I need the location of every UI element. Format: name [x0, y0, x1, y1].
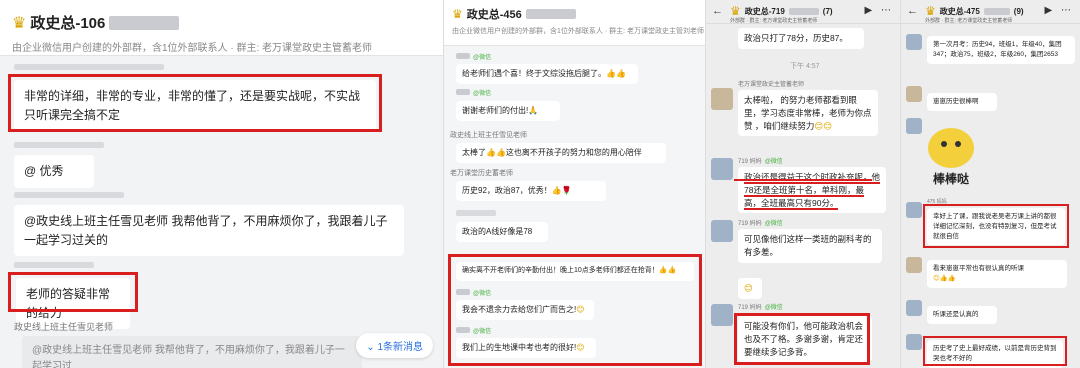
header-actions[interactable]: ▶ ⋯	[1045, 5, 1074, 16]
message-bubble[interactable]: 政治的A线好像是78	[456, 222, 548, 243]
smiley-face-icon	[928, 128, 974, 168]
message-bubble[interactable]: 听课还是认真的	[927, 306, 997, 324]
sender-name: 老万课堂历史蓄老师	[450, 170, 513, 177]
message-bubble[interactable]: 看来崽崽平常也有很认真的听课 😊👍👍	[927, 260, 1067, 288]
message-bubble[interactable]: 给老师们遇个喜！终于文综没拖后腿了。👍👍	[456, 64, 638, 85]
redacted-line	[14, 192, 124, 198]
chat-panel-3: ← ♛ 政史总-719 (7) ▶ ⋯ 外部群 · 群主: 老万课堂政史主管蓄老…	[705, 0, 900, 368]
redacted-block	[525, 9, 576, 19]
video-icon: ▶	[864, 5, 876, 16]
sticker-image[interactable]: 棒棒哒	[921, 128, 981, 190]
header-actions[interactable]: ▶ ⋯	[865, 5, 894, 16]
chat-header: ♛ 政史总-456 由企业微信用户创建的外部群，含1位外部联系人 · 群主: 老…	[444, 0, 705, 46]
avatar[interactable]	[711, 220, 733, 242]
redacted-line	[14, 142, 104, 148]
highlight-box	[448, 254, 702, 366]
highlight-underline	[734, 163, 872, 181]
message-bubble[interactable]: 第一次月考：历史94，班级1，年级40，集团347；政治75，班级2，年级260…	[927, 36, 1075, 64]
chat-title: 政史总-719	[744, 6, 785, 16]
avatar[interactable]	[906, 202, 922, 218]
message-bubble[interactable]: 谢谢老师们的付出!🙏	[456, 101, 560, 122]
more-icon: ⋯	[1061, 5, 1074, 16]
redacted-line	[14, 64, 164, 70]
message-bubble[interactable]: 可见像他们这样一类班的副科考的有多差。	[738, 229, 882, 263]
message-bubble[interactable]: 😊	[738, 278, 762, 299]
message-bubble[interactable]: 太棒啦， 的努力老师都看到眼里，学习态度非常棒，老师为你点赞 ，咱们继续努力😊😊	[738, 90, 878, 137]
chat-subtitle: 由企业微信用户创建的外部群，含1位外部联系人 · 群主: 老万课堂政史主管蓄老师	[12, 43, 373, 54]
highlight-box	[734, 313, 870, 365]
avatar[interactable]	[711, 158, 733, 180]
member-count: (7)	[822, 6, 833, 16]
avatar[interactable]	[711, 304, 733, 326]
sender-name: 政史线上班主任雪见老师	[14, 322, 114, 332]
sender-name: 719 妈妈 @微信	[738, 221, 783, 227]
new-message-button[interactable]: ⌄ 1条新消息	[356, 333, 433, 358]
redacted-block	[983, 7, 1010, 15]
chat-panel-4: ← ♛ 政史总-475 (9) ▶ ⋯ 外部群 · 群主: 老万课堂政史主管蓄老…	[900, 0, 1080, 368]
sender-name: 老万课堂政史主管蓄老师	[738, 82, 805, 88]
new-message-label: 1条新消息	[377, 342, 423, 353]
message-bubble[interactable]: 崽崽历史很棒啊	[927, 93, 997, 111]
wechat-tag: @微信	[456, 88, 491, 97]
redacted-line	[456, 210, 496, 216]
redacted-block	[109, 15, 180, 30]
avatar[interactable]	[711, 88, 733, 110]
message-bubble[interactable]: @ 优秀	[14, 155, 94, 188]
chat-subtitle: 外部群 · 群主: 老万课堂政史主管蓄老师	[925, 18, 1013, 24]
screenshot-collage: ♛ 政史总-106 由企业微信用户创建的外部群，含1位外部联系人 · 群主: 老…	[0, 0, 1080, 368]
member-count: (9)	[1013, 6, 1024, 16]
highlight-box	[923, 336, 1067, 366]
avatar[interactable]	[906, 300, 922, 316]
chevron-down-icon: ⌄	[366, 342, 378, 353]
wechat-tag: @微信	[456, 52, 491, 61]
chat-subtitle: 由企业微信用户创建的外部群，含1位外部联系人 · 群主: 老万课堂政史主管刘老师	[452, 28, 705, 35]
chat-title: 政史总-475	[939, 6, 980, 16]
crown-icon: ♛	[452, 7, 463, 21]
quoted-message: @政史线上班主任雪见老师 我帮他背了，不用麻烦你了，我跟着儿子一起学习过	[22, 336, 362, 368]
back-arrow-icon[interactable]: ←	[907, 5, 918, 17]
avatar[interactable]	[906, 334, 922, 350]
chat-title: 政史总-106	[30, 15, 106, 32]
sender-name: 政史线上班主任雪见老师	[450, 132, 527, 139]
chat-header: ♛ 政史总-106 由企业微信用户创建的外部群，含1位外部联系人 · 群主: 老…	[0, 0, 443, 56]
avatar[interactable]	[906, 34, 922, 50]
chat-subtitle: 外部群 · 群主: 老万课堂政史主管蓄老师	[730, 18, 818, 24]
chat-panel-2: ♛ 政史总-456 由企业微信用户创建的外部群，含1位外部联系人 · 群主: 老…	[443, 0, 705, 368]
message-bubble[interactable]: @政史线上班主任雪见老师 我帮他背了，不用麻烦你了，我跟着儿子一起学习过关的	[14, 205, 404, 257]
crown-icon: ♛	[925, 4, 936, 18]
avatar[interactable]	[906, 118, 922, 134]
message-bubble[interactable]: 太棒了👍👍这也离不开孩子的努力和您的用心陪伴	[456, 143, 666, 164]
sticker-caption: 棒棒哒	[932, 172, 969, 186]
message-bubble[interactable]: 历史92，政治87，优秀！👍🌹	[456, 181, 606, 202]
chat-panel-1: ♛ 政史总-106 由企业微信用户创建的外部群，含1位外部联系人 · 群主: 老…	[0, 0, 443, 368]
avatar[interactable]	[906, 86, 922, 102]
highlight-box	[8, 272, 138, 312]
more-icon: ⋯	[881, 5, 894, 16]
crown-icon: ♛	[12, 14, 27, 32]
chat-title: 政史总-456	[466, 9, 522, 21]
avatar[interactable]	[906, 257, 922, 273]
timestamp: 下午 4:57	[790, 63, 820, 70]
redacted-block	[788, 7, 819, 15]
back-arrow-icon[interactable]: ←	[712, 5, 723, 17]
crown-icon: ♛	[730, 4, 741, 18]
highlight-box	[923, 204, 1069, 248]
redacted-line	[14, 262, 94, 268]
sender-name: 719 妈妈 @微信	[738, 305, 783, 311]
video-icon: ▶	[1044, 5, 1056, 16]
highlight-box	[8, 74, 382, 132]
emoji-icon: 😊	[744, 283, 753, 293]
message-bubble[interactable]: 政治只打了78分，历史87。	[738, 28, 864, 49]
